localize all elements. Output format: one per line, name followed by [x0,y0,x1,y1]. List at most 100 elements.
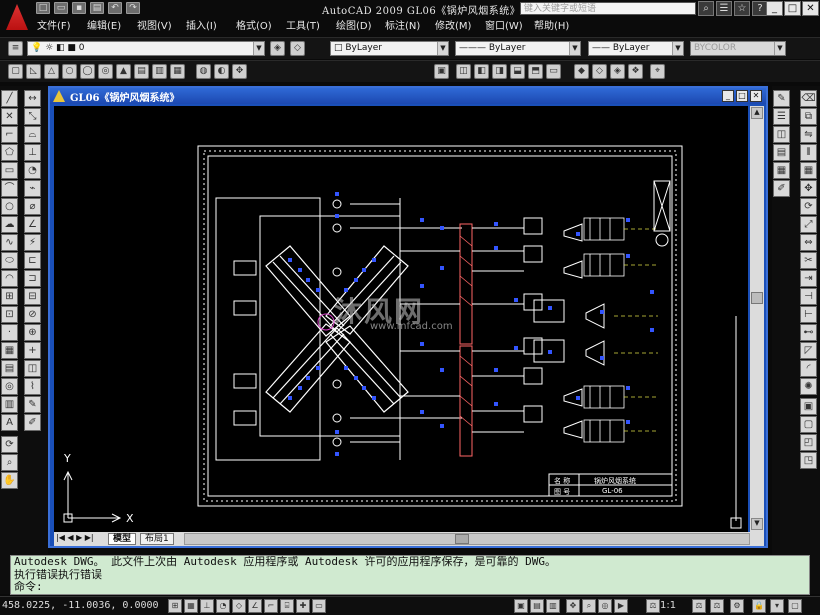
lineweight-toggle-icon[interactable]: ✚ [296,599,310,613]
erase-icon[interactable]: ⌫ [800,90,817,107]
rectangle-icon[interactable]: ▭ [1,162,18,179]
draw-order-front-icon[interactable]: ▣ [800,398,817,415]
menu-format[interactable]: 格式(O) [236,18,272,34]
scroll-down-arrow-icon[interactable]: ▼ [751,518,763,530]
polar-tracking-icon[interactable]: ◔ [216,599,230,613]
layout-space-icon[interactable]: ▤ [530,599,544,613]
iso-sw-icon[interactable]: ◆ [574,64,589,79]
object-snap-tracking-icon[interactable]: ∠ [248,599,262,613]
presspull-icon[interactable]: ▥ [152,64,167,79]
hatch-icon[interactable]: ▦ [1,342,18,359]
view-left-icon[interactable]: ◧ [474,64,489,79]
center-mark-icon[interactable]: + [24,342,41,359]
vertical-scrollbar[interactable]: ▲ ▼ [750,106,764,534]
view-back-icon[interactable]: ⬒ [528,64,543,79]
join-icon[interactable]: ⊷ [800,324,817,341]
scale-icon[interactable]: ⤢ [800,216,817,233]
annotation-scale[interactable]: 1:1 [660,600,676,611]
point-icon[interactable]: · [1,324,18,341]
dim-arc-icon[interactable]: ⌓ [24,126,41,143]
maximize-button[interactable]: □ [784,1,801,16]
chamfer-icon[interactable]: ◸ [800,342,817,359]
sphere-icon[interactable]: ○ [62,64,77,79]
menu-view[interactable]: 视图(V) [137,18,172,34]
union-icon[interactable]: ◍ [196,64,211,79]
open-icon[interactable]: ▭ [54,2,68,14]
pan-status-icon[interactable]: ✥ [566,599,580,613]
design-center-icon[interactable]: ◫ [773,126,790,143]
send-under-icon[interactable]: ◳ [800,452,817,469]
markup-icon[interactable]: ✐ [773,180,790,197]
horizontal-scrollbar[interactable] [184,533,750,545]
redo-icon[interactable]: ↷ [126,2,140,14]
extend-icon[interactable]: ⇥ [800,270,817,287]
zoom-icon[interactable]: ⌕ [1,454,18,471]
make-block-icon[interactable]: ⊡ [1,306,18,323]
view-3d-icon[interactable]: ▣ [434,64,449,79]
layer-select[interactable]: 💡 ☼ ◧ ■ 0 ▼ [27,41,265,56]
draw-order-back-icon[interactable]: ▢ [800,416,817,433]
dim-angular-icon[interactable]: ∠ [24,216,41,233]
jogged-linear-icon[interactable]: ⌇ [24,378,41,395]
menu-window[interactable]: 窗口(W) [485,18,523,34]
auto-scale-icon[interactable]: ⚖ [710,599,724,613]
polyline-icon[interactable]: ⌐ [1,126,18,143]
menu-help[interactable]: 帮助(H) [534,18,569,34]
stretch-icon[interactable]: ⇔ [800,234,817,251]
grid-display-icon[interactable]: ▦ [184,599,198,613]
drawing-close-button[interactable]: ✕ [750,90,762,102]
move-icon[interactable]: ✥ [800,180,817,197]
break-icon[interactable]: ⊢ [800,306,817,323]
quick-view-icon[interactable]: ▥ [546,599,560,613]
explode-icon[interactable]: ✺ [800,378,817,395]
dim-break-icon[interactable]: ⊘ [24,306,41,323]
dim-jogged-icon[interactable]: ⌁ [24,180,41,197]
ortho-mode-icon[interactable]: ⊥ [200,599,214,613]
showmotion-icon[interactable]: ▶ [614,599,628,613]
dim-aligned-icon[interactable]: ⤡ [24,108,41,125]
zoom-status-icon[interactable]: ⌕ [582,599,596,613]
hscroll-thumb[interactable] [455,534,469,544]
tolerance-icon[interactable]: ⊕ [24,324,41,341]
wedge-icon[interactable]: ◺ [26,64,41,79]
iso-nw-icon[interactable]: ❖ [628,64,643,79]
sweep-icon[interactable]: ▦ [170,64,185,79]
status-menu-icon[interactable]: ▾ [770,599,784,613]
mtext-icon[interactable]: A [1,414,18,431]
save-icon[interactable]: ▪ [72,2,86,14]
polygon-icon[interactable]: ⬠ [1,144,18,161]
array-icon[interactable]: ▦ [800,162,817,179]
search-icon[interactable]: ⌕ [698,1,714,16]
menu-modify[interactable]: 修改(M) [435,18,471,34]
dynamic-ucs-icon[interactable]: ⌐ [264,599,278,613]
snap-mode-icon[interactable]: ⊞ [168,599,182,613]
workspace-switch-icon[interactable]: ⚙ [730,599,744,613]
clean-screen-icon[interactable]: ▢ [788,599,802,613]
drawing-canvas[interactable]: 沐风网 www.mfcad.com 名 称 锅炉风烟系统 图 号 GL-06 Y… [54,106,748,534]
dim-continue-icon[interactable]: ⊐ [24,270,41,287]
favorites-icon[interactable]: ☆ [734,1,750,16]
spline-icon[interactable]: ∿ [1,234,18,251]
lineweight-select[interactable]: —— ByLayer ▼ [588,41,684,56]
command-prompt[interactable]: 命令: [14,581,809,594]
ellipse-icon[interactable]: ⬭ [1,252,18,269]
pan-icon[interactable]: ✋ [1,472,18,489]
dim-linear-icon[interactable]: ↔ [24,90,41,107]
break-point-icon[interactable]: ⊣ [800,288,817,305]
view-front-icon[interactable]: ◫ [456,64,471,79]
communication-center-icon[interactable]: ☰ [716,1,732,16]
print-icon[interactable]: ▤ [90,2,104,14]
search-input[interactable]: 键入关键字或短语 [520,2,696,15]
sheet-set-icon[interactable]: ▦ [773,162,790,179]
menu-tools[interactable]: 工具(T) [286,18,320,34]
inspection-icon[interactable]: ◫ [24,360,41,377]
pyramid-icon[interactable]: ▲ [116,64,131,79]
region-icon[interactable]: ◎ [1,378,18,395]
quick-properties-icon[interactable]: ▭ [312,599,326,613]
iso-ne-icon[interactable]: ◈ [610,64,625,79]
close-button[interactable]: ✕ [802,1,819,16]
cone-icon[interactable]: △ [44,64,59,79]
dim-space-icon[interactable]: ⊟ [24,288,41,305]
cylinder-icon[interactable]: ◯ [80,64,95,79]
drawing-maximize-button[interactable]: □ [736,90,748,102]
